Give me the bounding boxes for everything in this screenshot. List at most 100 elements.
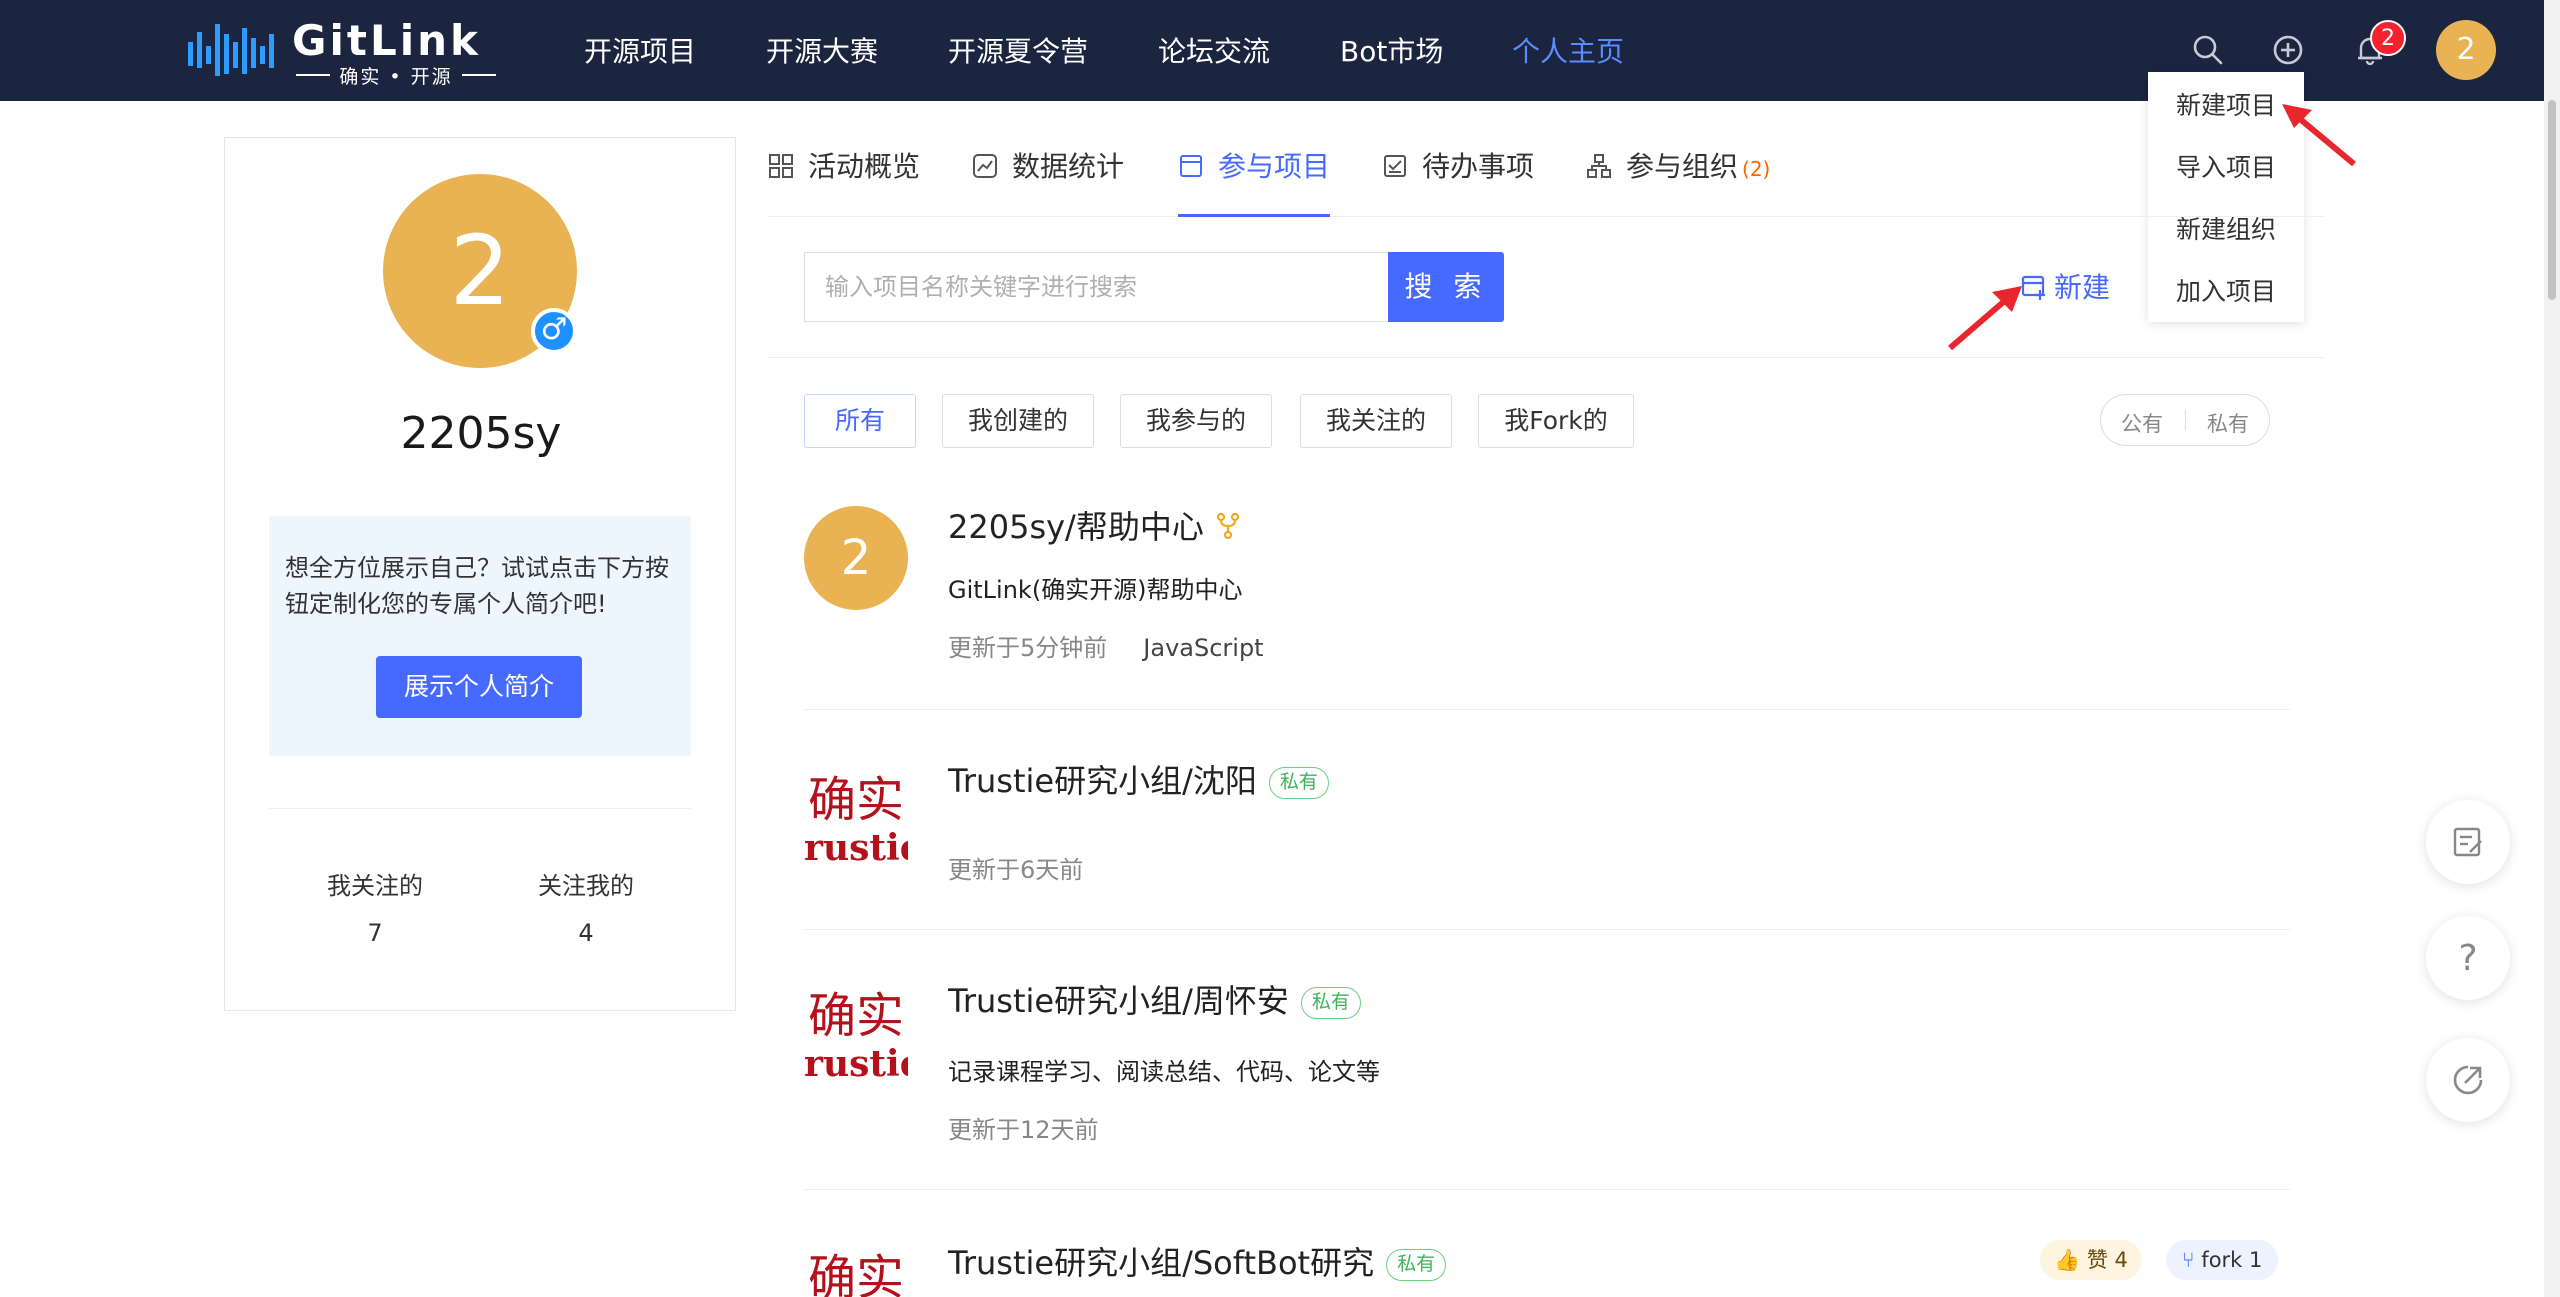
plus-circle-icon[interactable] xyxy=(2270,32,2306,68)
following-label: 我关注的 xyxy=(327,872,423,900)
project-description: 记录课程学习、阅读总结、代码、论文等 xyxy=(948,1058,1380,1086)
like-label: 赞 4 xyxy=(2086,1248,2128,1272)
project-meta: 更新于5分钟前 JavaScript xyxy=(948,628,1264,663)
private-badge: 私有 xyxy=(1386,1249,1447,1281)
project-title: Trustie研究小组/周怀安 xyxy=(948,982,1289,1020)
svg-text:rustie: rustie xyxy=(804,1043,908,1084)
show-intro-button[interactable]: 展示个人简介 xyxy=(376,656,582,718)
search-button[interactable]: 搜 索 xyxy=(1388,252,1504,322)
project-item[interactable]: 2 2205sy/帮助中心 GitLink(确实开源)帮助中心 更新于5分钟前 J… xyxy=(804,490,2290,710)
fork-count[interactable]: ⑂ fork 1 xyxy=(2166,1240,2279,1280)
followers-label: 关注我的 xyxy=(538,872,634,900)
project-updated: 更新于12天前 xyxy=(948,1116,1099,1144)
project-updated: 更新于5分钟前 xyxy=(948,634,1108,662)
project-name[interactable]: Trustie研究小组/SoftBot研究 私有 xyxy=(948,1238,1447,1284)
project-name[interactable]: Trustie研究小组/周怀安 私有 xyxy=(948,976,1361,1022)
nav-item-forum[interactable]: 论坛交流 xyxy=(1158,30,1270,70)
project-item[interactable]: 确实 rustie Trustie研究小组/周怀安私有 记录课程学习、阅读总结、… xyxy=(804,930,2290,1190)
followers-count: 4 xyxy=(578,919,594,947)
filter-watched[interactable]: 我关注的 xyxy=(1300,394,1452,448)
brand-subtitle: 确实 • 开源 xyxy=(296,62,496,89)
tab-todo[interactable]: 待办事项 xyxy=(1382,145,1534,217)
project-item[interactable]: 确实 rustie Trustie研究小组/沈阳私有 更新于6天前 xyxy=(804,710,2290,930)
share-button[interactable] xyxy=(2426,1038,2510,1122)
visibility-public[interactable]: 公有 xyxy=(2121,408,2163,438)
following-stat[interactable]: 我关注的 7 xyxy=(295,866,455,947)
fork-icon: ⑂ xyxy=(2182,1248,2195,1272)
fork-icon xyxy=(1216,512,1239,540)
filter-created[interactable]: 我创建的 xyxy=(942,394,1094,448)
tab-label: 待办事项 xyxy=(1422,150,1535,183)
brand-name: GitLink xyxy=(292,16,481,65)
followers-stat[interactable]: 关注我的 4 xyxy=(506,866,666,947)
question-icon: ? xyxy=(2458,940,2477,976)
share-icon xyxy=(2453,1065,2483,1095)
project-description: GitLink(确实开源)帮助中心 xyxy=(948,576,1243,604)
gitlink-logo[interactable]: GitLink 确实 • 开源 xyxy=(186,16,506,88)
profile-card: 2 ♂ 2205sy 想全方位展示自己？试试点击下方按钮定制化您的专属个人简介吧… xyxy=(224,137,736,1011)
project-icon xyxy=(1180,155,1202,177)
like-count[interactable]: 👍 赞 4 xyxy=(2040,1240,2142,1280)
filter-forked[interactable]: 我Fork的 xyxy=(1478,394,1634,448)
search-icon[interactable] xyxy=(2190,32,2226,68)
divider xyxy=(768,357,2324,358)
nav-item-summer-camp[interactable]: 开源夏令营 xyxy=(948,30,1088,70)
filter-all[interactable]: 所有 xyxy=(804,394,916,448)
nav-item-homepage[interactable]: 个人主页 xyxy=(1512,30,1624,70)
org-count: (2) xyxy=(1742,157,1771,181)
profile-username: 2205sy xyxy=(400,408,562,459)
trustie-logo-icon: 确实 rustie xyxy=(804,988,908,1084)
svg-text:?: ? xyxy=(2458,940,2477,976)
search-input[interactable]: 输入项目名称关键字进行搜索 xyxy=(804,252,1390,322)
svg-text:rustie: rustie xyxy=(804,827,908,868)
chart-icon xyxy=(973,154,997,178)
project-title: Trustie研究小组/SoftBot研究 xyxy=(948,1244,1375,1282)
filter-joined[interactable]: 我参与的 xyxy=(1120,394,1272,448)
edit-note-icon xyxy=(2453,827,2482,857)
private-badge: 私有 xyxy=(1300,987,1361,1019)
nav-item-bot-market[interactable]: Bot市场 xyxy=(1340,30,1443,70)
intro-prompt: 想全方位展示自己？试试点击下方按钮定制化您的专属个人简介吧! xyxy=(285,554,669,618)
visibility-toggle: 公有 私有 xyxy=(2100,394,2270,446)
visibility-private[interactable]: 私有 xyxy=(2207,408,2249,438)
nav-item-projects[interactable]: 开源项目 xyxy=(584,30,696,70)
project-updated: 更新于6天前 xyxy=(948,856,1084,884)
notification-badge: 2 xyxy=(2370,20,2406,56)
user-avatar[interactable]: 2 xyxy=(2436,20,2496,80)
tab-label: 参与项目 xyxy=(1218,150,1331,183)
menu-item-join-project[interactable]: 加入项目 xyxy=(2176,272,2276,308)
feedback-button[interactable] xyxy=(2426,800,2510,884)
page-scrollbar[interactable] xyxy=(2544,0,2560,1297)
intro-box: 想全方位展示自己？试试点击下方按钮定制化您的专属个人简介吧! 展示个人简介 xyxy=(269,516,691,756)
scrollbar-thumb[interactable] xyxy=(2548,100,2556,300)
trustie-logo-icon: 确实 xyxy=(808,1250,904,1297)
project-item[interactable]: 确实 Trustie研究小组/SoftBot研究 私有 👍 赞 4 ⑂ fork … xyxy=(804,1190,2290,1297)
tab-projects[interactable]: 参与项目 xyxy=(1178,145,1331,217)
project-name[interactable]: 2205sy/帮助中心 xyxy=(948,502,1242,548)
menu-item-new-project[interactable]: 新建项目 xyxy=(2176,86,2276,122)
private-badge: 私有 xyxy=(1268,767,1329,799)
divider xyxy=(2185,409,2186,431)
project-title: 2205sy/帮助中心 xyxy=(948,508,1204,546)
nav-item-competition[interactable]: 开源大赛 xyxy=(766,30,878,70)
project-language: JavaScript xyxy=(1143,634,1264,662)
grid-icon xyxy=(769,154,793,178)
project-title: Trustie研究小组/沈阳 xyxy=(948,762,1257,800)
fork-label: fork 1 xyxy=(2201,1248,2263,1272)
male-icon: ♂ xyxy=(531,308,577,354)
trustie-logo-icon: 确实 rustie xyxy=(804,772,908,868)
svg-text:确实: 确实 xyxy=(808,988,904,1044)
new-project-icon xyxy=(2021,275,2045,300)
new-project-button[interactable]: 新建 xyxy=(2020,266,2110,306)
tab-activity[interactable]: 活动概览 xyxy=(768,145,920,217)
help-button[interactable]: ? xyxy=(2426,916,2510,1000)
svg-text:确实: 确实 xyxy=(808,1250,904,1297)
tab-statistics[interactable]: 数据统计 xyxy=(972,145,1124,217)
tab-label: 数据统计 xyxy=(1012,150,1125,183)
tab-organizations[interactable]: 参与组织 (2) xyxy=(1586,145,1770,217)
project-avatar: 2 xyxy=(804,506,908,610)
tab-label: 参与组织 xyxy=(1626,150,1739,183)
divider xyxy=(269,808,691,809)
following-count: 7 xyxy=(367,919,383,947)
project-name[interactable]: Trustie研究小组/沈阳 私有 xyxy=(948,756,1329,802)
